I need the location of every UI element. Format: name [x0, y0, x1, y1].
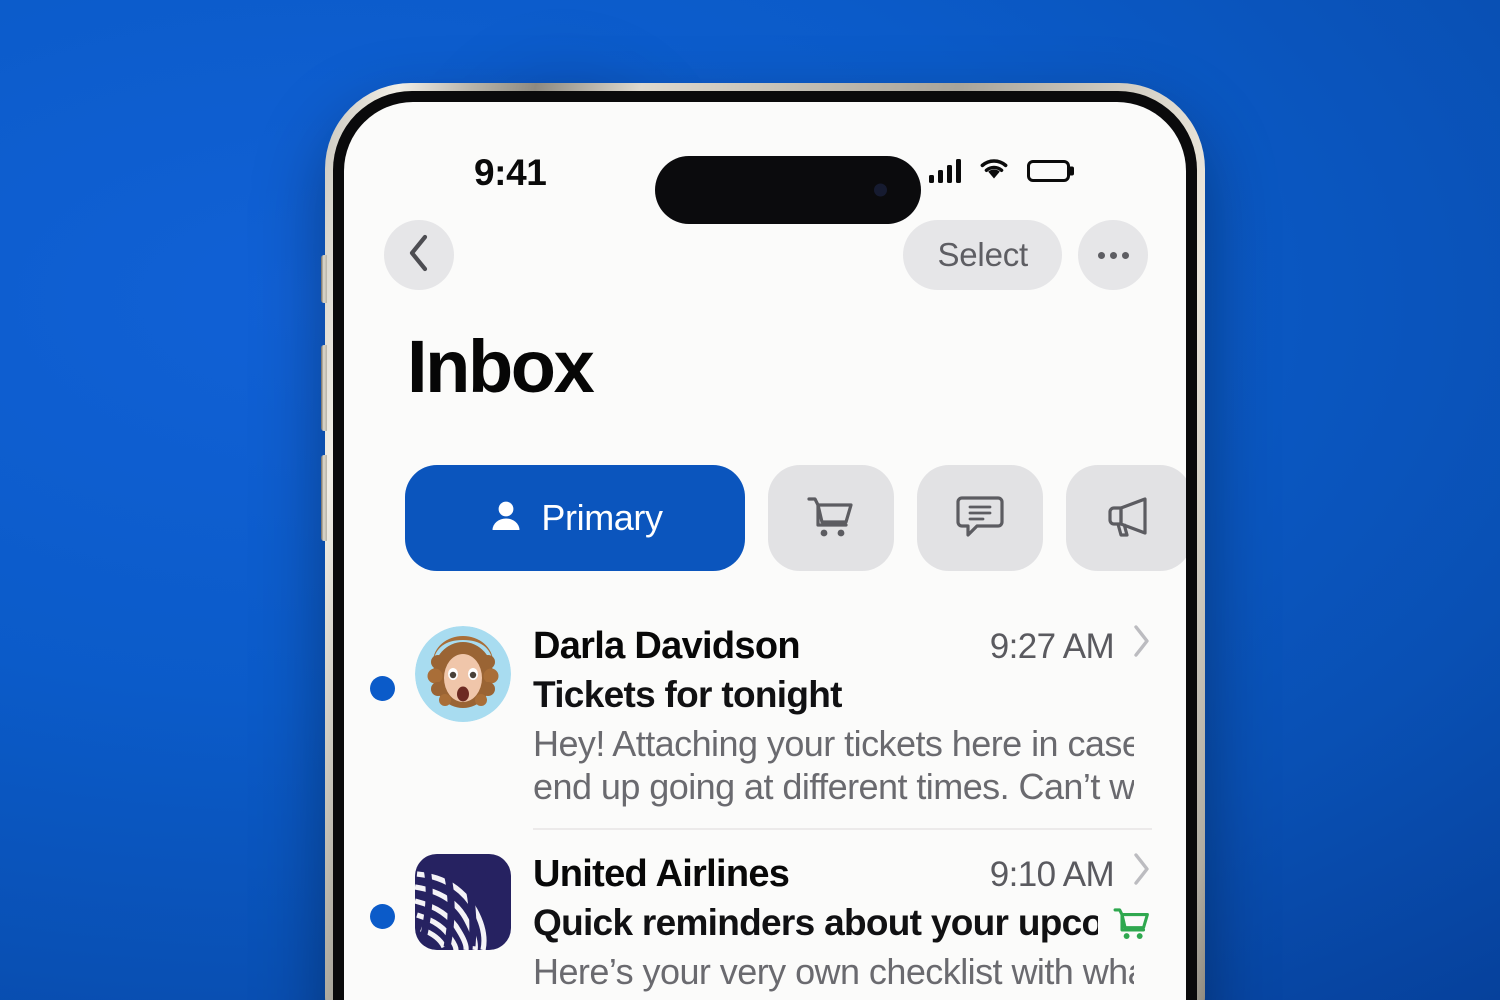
email-preview-line-2: you’ll need to do before your flight and…	[533, 994, 1134, 1000]
person-icon	[487, 497, 525, 540]
unread-indicator-dot	[370, 904, 395, 930]
email-preview-line-2: end up going at different times. Can’t w…	[533, 766, 1134, 808]
email-list-item[interactable]: United Airlines 9:10 AM Quick reminders …	[344, 830, 1186, 1000]
select-button[interactable]: Select	[903, 220, 1062, 290]
filter-chip-bar: Primary	[405, 465, 1186, 571]
email-header-row: Darla Davidson 9:27 AM	[533, 624, 1152, 668]
filter-chip-social[interactable]	[917, 465, 1043, 571]
device-screen: 9:41 Select Inbox Primary Darla Davidson…	[344, 102, 1186, 1000]
unread-indicator-dot	[370, 676, 395, 701]
status-bar: 9:41	[344, 102, 1186, 224]
cellular-bars-icon	[928, 159, 961, 183]
avatar	[415, 626, 511, 722]
email-subject: Tickets for tonight	[533, 674, 842, 715]
silent-switch-button[interactable]	[321, 255, 327, 303]
email-content: Darla Davidson 9:27 AM Tickets for tonig…	[533, 624, 1152, 831]
email-time: 9:10 AM	[989, 855, 1115, 895]
email-preview-line-1: Here’s your very own checklist with what	[533, 951, 1134, 993]
volume-down-button[interactable]	[321, 455, 327, 541]
email-subject-row: Tickets for tonight	[533, 674, 1152, 716]
email-time: 9:27 AM	[989, 627, 1115, 666]
cart-icon	[805, 492, 857, 545]
megaphone-icon	[1103, 492, 1155, 545]
cart-icon	[1112, 904, 1152, 942]
chevron-right-icon[interactable]	[1132, 852, 1152, 886]
chevron-right-icon[interactable]	[1132, 624, 1152, 658]
chat-bubble-icon	[955, 492, 1005, 545]
email-sender: United Airlines	[533, 853, 790, 896]
chevron-left-icon	[406, 233, 432, 278]
front-camera-icon	[874, 183, 887, 197]
email-list-item[interactable]: Darla Davidson 9:27 AM Tickets for tonig…	[344, 602, 1186, 831]
filter-chip-primary-label: Primary	[541, 497, 663, 538]
device-bezel: 9:41 Select Inbox Primary Darla Davidson…	[333, 91, 1197, 1000]
email-subject: Quick reminders about your upcoming…	[533, 902, 1098, 944]
volume-up-button[interactable]	[321, 345, 327, 431]
avatar	[415, 854, 511, 951]
status-bar-clock: 9:41	[474, 152, 547, 193]
battery-full-icon	[1027, 160, 1070, 182]
filter-chip-primary[interactable]: Primary	[405, 465, 745, 571]
iphone-device: 9:41 Select Inbox Primary Darla Davidson…	[321, 83, 1205, 1000]
page-title: Inbox	[407, 325, 595, 408]
email-preview-line-1: Hey! Attaching your tickets here in case…	[533, 723, 1134, 764]
back-button[interactable]	[384, 220, 454, 290]
navigation-bar: Select	[344, 220, 1186, 310]
filter-chip-promotions[interactable]	[1066, 465, 1186, 571]
email-content: United Airlines 9:10 AM Quick reminders …	[533, 852, 1152, 1000]
wifi-icon	[977, 156, 1011, 186]
email-preview: Here’s your very own checklist with what…	[533, 950, 1152, 1000]
email-sender: Darla Davidson	[533, 625, 801, 667]
email-preview: Hey! Attaching your tickets here in case…	[533, 722, 1152, 808]
status-bar-icons	[928, 156, 1070, 186]
email-subject-row: Quick reminders about your upcoming…	[533, 902, 1152, 944]
email-header-row: United Airlines 9:10 AM	[533, 852, 1152, 896]
more-options-button[interactable]	[1078, 220, 1148, 290]
email-list: Darla Davidson 9:27 AM Tickets for tonig…	[344, 602, 1186, 1000]
dynamic-island	[655, 156, 921, 224]
filter-chip-shopping[interactable]	[768, 465, 894, 571]
ellipsis-icon	[1097, 251, 1129, 259]
